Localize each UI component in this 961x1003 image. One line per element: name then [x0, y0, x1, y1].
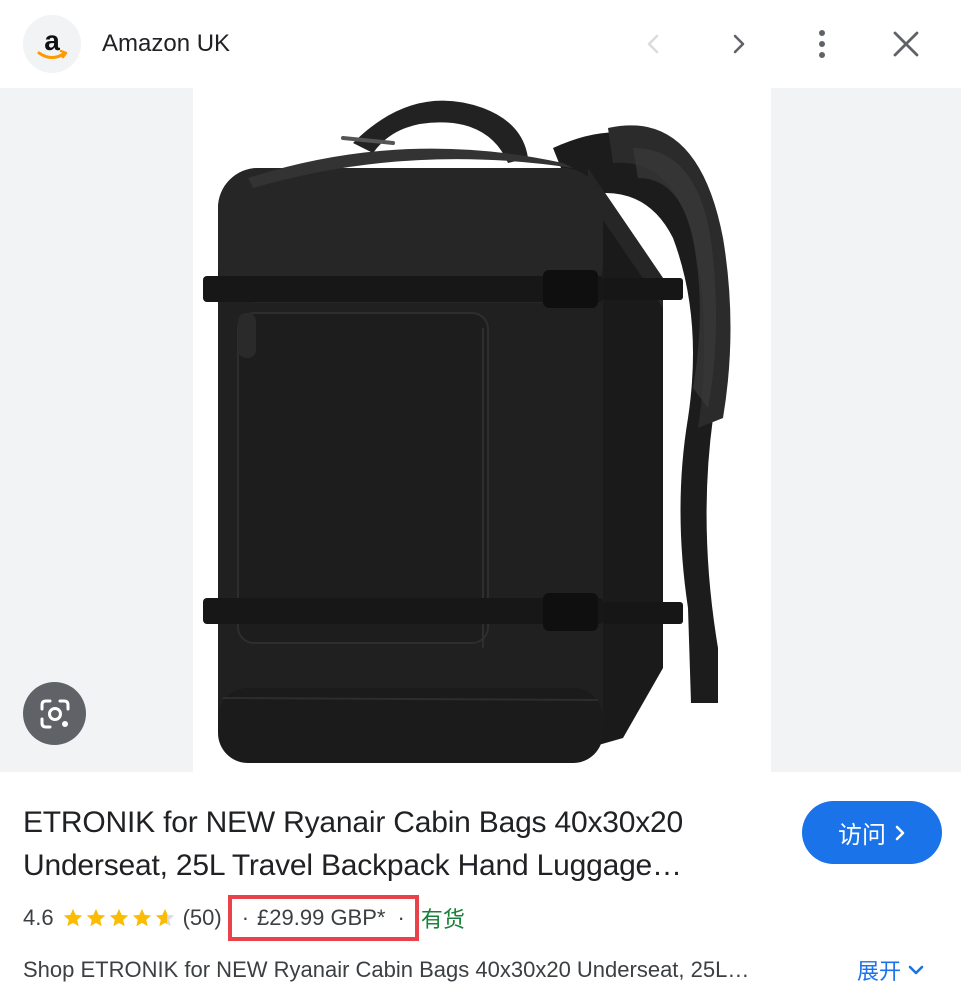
more-vert-icon: [819, 30, 825, 58]
previous-button[interactable]: [629, 19, 679, 69]
header: a Amazon UK: [0, 0, 961, 88]
close-button[interactable]: [881, 19, 931, 69]
next-button[interactable]: [713, 19, 763, 69]
product-meta: 4.6 (50) · £29.99 GBP* · 有货: [23, 895, 465, 941]
star-half-icon: [155, 908, 174, 927]
stock-status: 有货: [420, 907, 465, 932]
google-lens-icon: [40, 699, 69, 728]
chevron-down-icon: [907, 963, 925, 977]
google-lens-button[interactable]: [23, 682, 86, 745]
star-icon: [132, 908, 151, 927]
price-highlight: · £29.99 GBP* ·: [227, 895, 419, 941]
product-preview-panel: a Amazon UK ETRONIK for NEW Ryanair Cabi…: [0, 0, 961, 1003]
expand-button[interactable]: 展开: [857, 952, 925, 988]
chevron-right-icon: [733, 34, 745, 54]
separator: ·: [241, 905, 250, 930]
visit-button[interactable]: 访问: [802, 801, 942, 864]
site-name[interactable]: Amazon UK: [102, 28, 230, 60]
chevron-left-icon: [647, 34, 659, 54]
star-rating: [62, 907, 177, 929]
chevron-right-icon: [894, 824, 906, 842]
amazon-logo-icon: a: [37, 25, 68, 59]
review-count[interactable]: (50): [183, 905, 222, 931]
product-description: Shop ETRONIK for NEW Ryanair Cabin Bags …: [23, 957, 750, 982]
rating-value: 4.6: [23, 905, 54, 930]
product-title-line-2: Underseat, 25L Travel Backpack Hand Lugg…: [23, 849, 682, 882]
visit-button-label: 访问: [838, 822, 886, 849]
star-icon: [86, 908, 105, 927]
expand-label: 展开: [857, 959, 902, 984]
amazon-logo[interactable]: a: [23, 15, 81, 73]
separator: ·: [397, 905, 405, 930]
product-title[interactable]: ETRONIK for NEW Ryanair Cabin Bags 40x30…: [23, 801, 763, 887]
product-title-line-1: ETRONIK for NEW Ryanair Cabin Bags 40x30…: [23, 806, 683, 839]
price: £29.99 GBP*: [257, 905, 386, 930]
image-viewer: [0, 88, 961, 772]
star-icon: [63, 908, 82, 927]
product-image[interactable]: [193, 88, 771, 772]
backpack-image: [203, 100, 731, 763]
star-icon: [109, 908, 128, 927]
svg-text:a: a: [44, 25, 60, 56]
close-icon: [893, 31, 919, 57]
more-options-button[interactable]: [797, 19, 847, 69]
